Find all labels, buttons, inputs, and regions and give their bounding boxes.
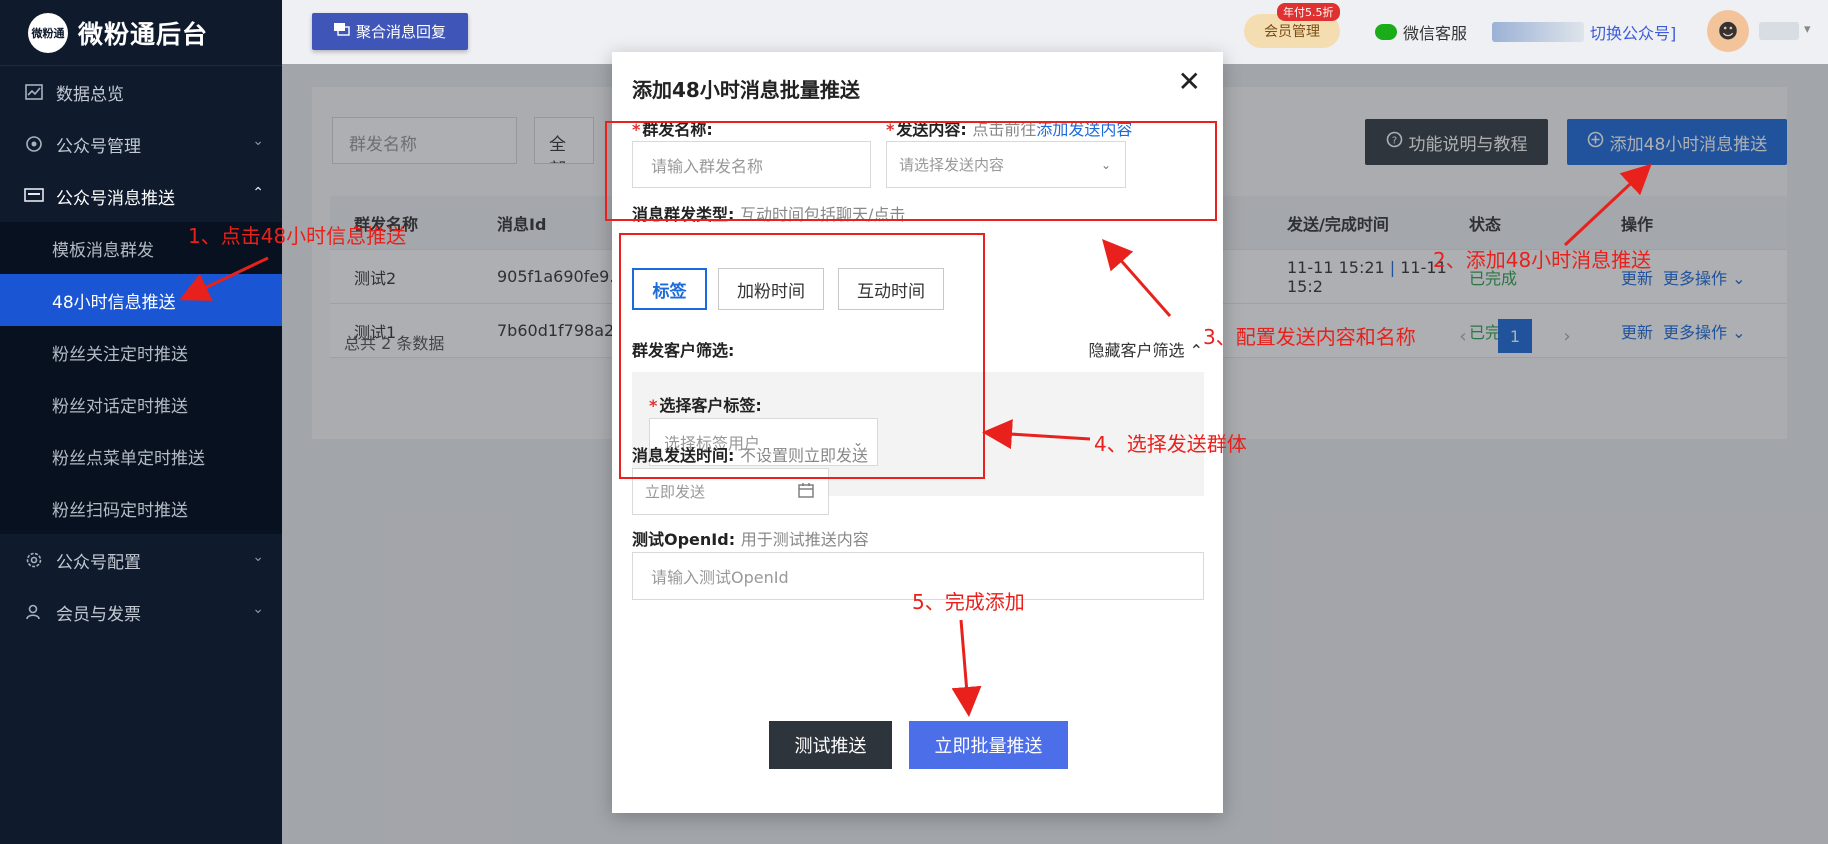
logo-text: 微粉通后台: [78, 19, 209, 49]
aggregate-reply-label: 聚合消息回复: [355, 23, 446, 41]
hide-filter-label: 隐藏客户筛选: [1088, 341, 1185, 360]
openid-hint: 用于测试推送内容: [740, 530, 869, 549]
sub-item-scan-push[interactable]: 粉丝扫码定时推送: [0, 482, 282, 534]
content-label-text: 发送内容:: [896, 120, 967, 139]
batch-push-button[interactable]: 立即批量推送: [909, 721, 1068, 769]
switch-account-label: 切换公众号]: [1590, 24, 1677, 43]
send-time-placeholder: 立即发送: [645, 483, 706, 501]
sub-item-chat-push[interactable]: 粉丝对话定时推送: [0, 378, 282, 430]
chevron-down-icon: ⌄: [1100, 157, 1111, 172]
tag-label-text: 选择客户标签:: [659, 396, 762, 415]
account-name-blurred: [1492, 22, 1584, 42]
gear-icon: [24, 550, 44, 570]
sub-item-48h-push[interactable]: 48小时信息推送: [0, 274, 282, 326]
add-content-link[interactable]: 添加发送内容: [1036, 120, 1132, 139]
calendar-icon: [798, 482, 814, 502]
openid-label-text: 测试OpenId:: [632, 530, 736, 549]
refresh-icon: [24, 134, 44, 154]
chevron-down-icon: ⌄: [252, 549, 264, 565]
test-openid-input[interactable]: 请输入测试OpenId: [632, 552, 1204, 600]
type-follow-time-button[interactable]: 加粉时间: [718, 268, 824, 310]
time-hint: 不设置则立即发送: [739, 446, 868, 465]
type-label-text: 消息群发类型:: [632, 205, 735, 224]
chat-icon: [333, 22, 350, 41]
sub-item-menu-push[interactable]: 粉丝点菜单定时推送: [0, 430, 282, 482]
switch-account-link[interactable]: 切换公众号]: [1492, 20, 1676, 44]
submenu: 模板消息群发 48小时信息推送 粉丝关注定时推送 粉丝对话定时推送 粉丝点菜单定…: [0, 222, 282, 534]
chevron-up-icon: ⌃: [1189, 341, 1203, 360]
modal-title: 添加48小时消息批量推送: [632, 78, 860, 102]
close-icon[interactable]: ✕: [1178, 68, 1201, 96]
type-tag-button[interactable]: 标签: [632, 268, 707, 310]
content-label: * 发送内容: 点击前往添加发送内容: [886, 120, 1133, 139]
content-hint: 点击前往: [972, 120, 1037, 139]
logo: 微粉通 微粉通后台: [0, 0, 282, 66]
chevron-down-icon[interactable]: ▾: [1804, 22, 1811, 37]
type-interact-time-button[interactable]: 互动时间: [838, 268, 944, 310]
logo-badge: 微粉通: [28, 12, 68, 53]
add-push-modal: 添加48小时消息批量推送 ✕ * 群发名称: 请输入群发名称 * 发送内容: 点击前…: [612, 52, 1223, 813]
sidebar: 微粉通 微粉通后台 数据总览 公众号管理 ⌄ 公众号消息推送 ⌃ 模板消息群发 …: [0, 0, 282, 844]
nav-label: 公众号消息推送: [56, 188, 175, 209]
nav-item-member-invoice[interactable]: 会员与发票 ⌄: [0, 586, 282, 638]
test-push-button[interactable]: 测试推送: [769, 721, 892, 769]
chevron-up-icon: ⌃: [252, 185, 264, 201]
wechat-service-link[interactable]: 微信客服: [1375, 20, 1467, 44]
name-label-text: 群发名称:: [642, 120, 713, 139]
type-hint: 互动时间包括聊天/点击: [739, 205, 906, 224]
user-name-blurred: [1759, 22, 1799, 40]
chevron-down-icon: ⌄: [252, 601, 264, 617]
openid-label: 测试OpenId: 用于测试推送内容: [632, 526, 869, 550]
nav-item-data-overview[interactable]: 数据总览: [0, 66, 282, 118]
filter-label: 群发客户筛选:: [632, 341, 735, 360]
sub-item-follow-push[interactable]: 粉丝关注定时推送: [0, 326, 282, 378]
avatar[interactable]: ☻: [1707, 10, 1749, 52]
chart-icon: [24, 82, 44, 102]
nav-item-account-manage[interactable]: 公众号管理 ⌄: [0, 118, 282, 170]
push-name-input[interactable]: 请输入群发名称: [632, 141, 871, 188]
message-icon: [24, 186, 44, 206]
nav-label: 公众号管理: [56, 136, 141, 157]
send-time-picker[interactable]: 立即发送: [632, 468, 829, 515]
name-label: * 群发名称:: [632, 120, 713, 139]
tag-label: * 选择客户标签:: [649, 396, 762, 415]
time-label-text: 消息发送时间:: [632, 446, 735, 465]
nav-label: 会员与发票: [56, 604, 141, 625]
wechat-icon: [1375, 24, 1397, 40]
nav-label: 数据总览: [56, 84, 124, 105]
nav-item-account-config[interactable]: 公众号配置 ⌄: [0, 534, 282, 586]
wechat-service-label: 微信客服: [1403, 24, 1468, 43]
time-label: 消息发送时间: 不设置则立即发送: [632, 442, 868, 466]
nav-label: 公众号配置: [56, 552, 141, 573]
sub-item-template-message[interactable]: 模板消息群发: [0, 222, 282, 274]
content-select-placeholder: 请选择发送内容: [899, 156, 1005, 174]
nav-item-message-push[interactable]: 公众号消息推送 ⌃: [0, 170, 282, 222]
vip-discount-badge: 年付5.5折: [1277, 3, 1340, 21]
user-icon: [24, 602, 44, 622]
content-select[interactable]: 请选择发送内容 ⌄: [886, 141, 1126, 188]
type-label: 消息群发类型: 互动时间包括聊天/点击: [632, 201, 905, 225]
chevron-down-icon: ⌄: [252, 133, 264, 149]
aggregate-reply-button[interactable]: 聚合消息回复: [312, 13, 468, 50]
hide-filter-toggle[interactable]: 隐藏客户筛选 ⌃: [1088, 337, 1203, 361]
